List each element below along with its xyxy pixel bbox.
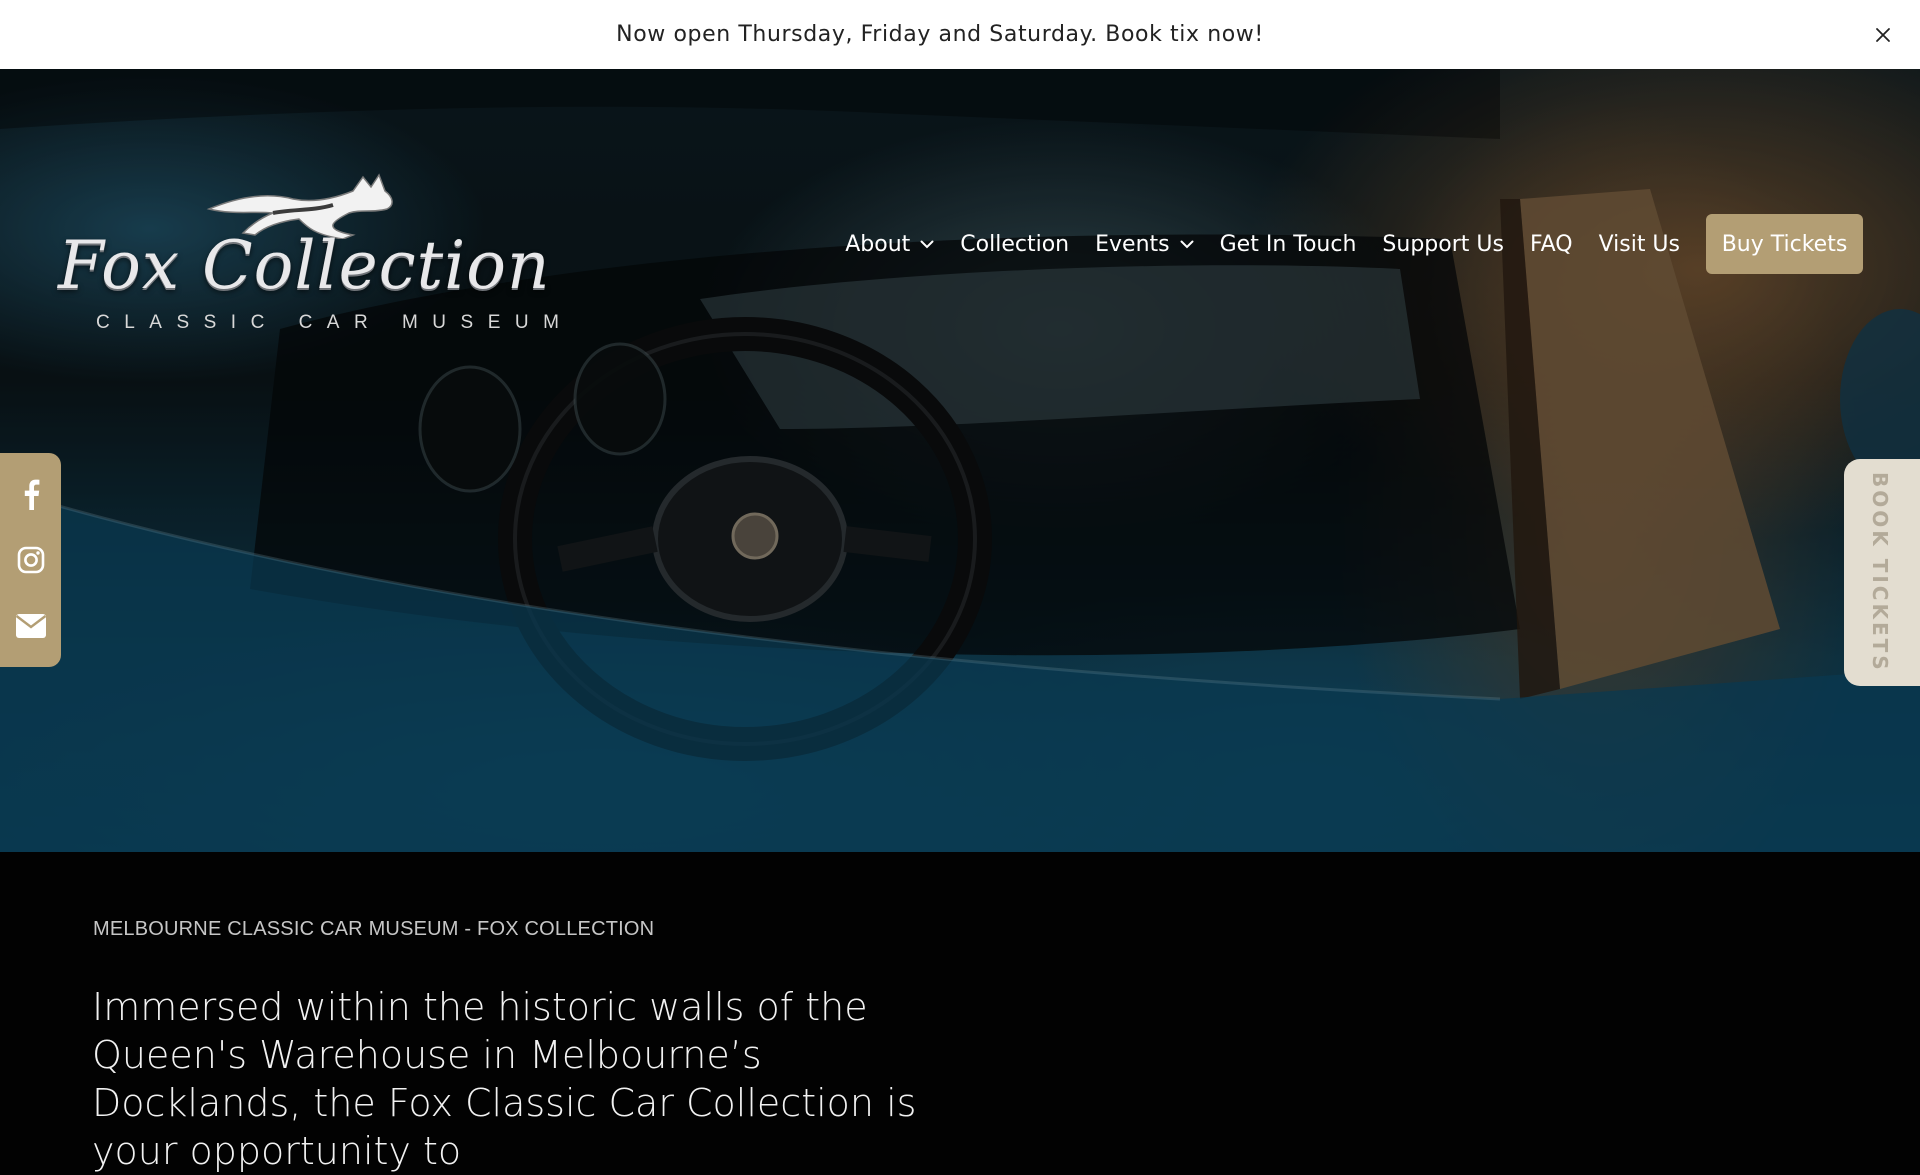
close-icon[interactable]: [1868, 20, 1898, 50]
nav-item-label: Events: [1095, 231, 1170, 257]
nav-item-events[interactable]: Events: [1095, 232, 1194, 257]
buy-tickets-button[interactable]: Buy Tickets: [1706, 214, 1863, 274]
intro-lead-text: Immersed within the historic walls of th…: [92, 985, 917, 1173]
main-nav: About Collection Events Get In Touch Sup…: [845, 214, 1920, 274]
book-tickets-label: BOOK TICKETS: [1868, 472, 1892, 673]
nav-item-support-us[interactable]: Support Us: [1382, 232, 1504, 257]
nav-item-label: Collection: [960, 231, 1070, 257]
nav-item-faq[interactable]: FAQ: [1530, 232, 1573, 257]
nav-item-label: Get In Touch: [1219, 231, 1357, 257]
logo[interactable]: Fox Collection CLASSIC CAR MUSEUM: [58, 169, 559, 339]
announcement-text[interactable]: Now open Thursday, Friday and Saturday. …: [616, 22, 1264, 47]
nav-item-label: Support Us: [1382, 231, 1504, 257]
instagram-icon[interactable]: [14, 543, 48, 577]
nav-item-get-in-touch[interactable]: Get In Touch: [1220, 232, 1357, 257]
hero-banner: Fox Collection CLASSIC CAR MUSEUM About …: [0, 69, 1920, 852]
chevron-down-icon: [1180, 240, 1194, 249]
nav-item-collection[interactable]: Collection: [960, 232, 1069, 257]
chevron-down-icon: [920, 240, 934, 249]
logo-tagline: CLASSIC CAR MUSEUM: [96, 312, 574, 333]
announcement-bar: Now open Thursday, Friday and Saturday. …: [0, 0, 1920, 69]
logo-wordmark: Fox Collection: [58, 227, 551, 304]
social-sidebar: [0, 453, 61, 667]
facebook-icon[interactable]: [14, 477, 48, 511]
email-icon[interactable]: [14, 609, 48, 643]
intro-section: MELBOURNE CLASSIC CAR MUSEUM - FOX COLLE…: [0, 852, 1920, 1173]
intro-eyebrow: MELBOURNE CLASSIC CAR MUSEUM - FOX COLLE…: [93, 918, 655, 940]
nav-item-about[interactable]: About: [845, 232, 934, 257]
nav-item-label: FAQ: [1529, 231, 1573, 257]
book-tickets-tab[interactable]: BOOK TICKETS: [1844, 459, 1920, 686]
nav-item-label: About: [845, 231, 911, 257]
nav-item-label: Visit Us: [1598, 231, 1680, 257]
nav-item-visit-us[interactable]: Visit Us: [1599, 232, 1680, 257]
